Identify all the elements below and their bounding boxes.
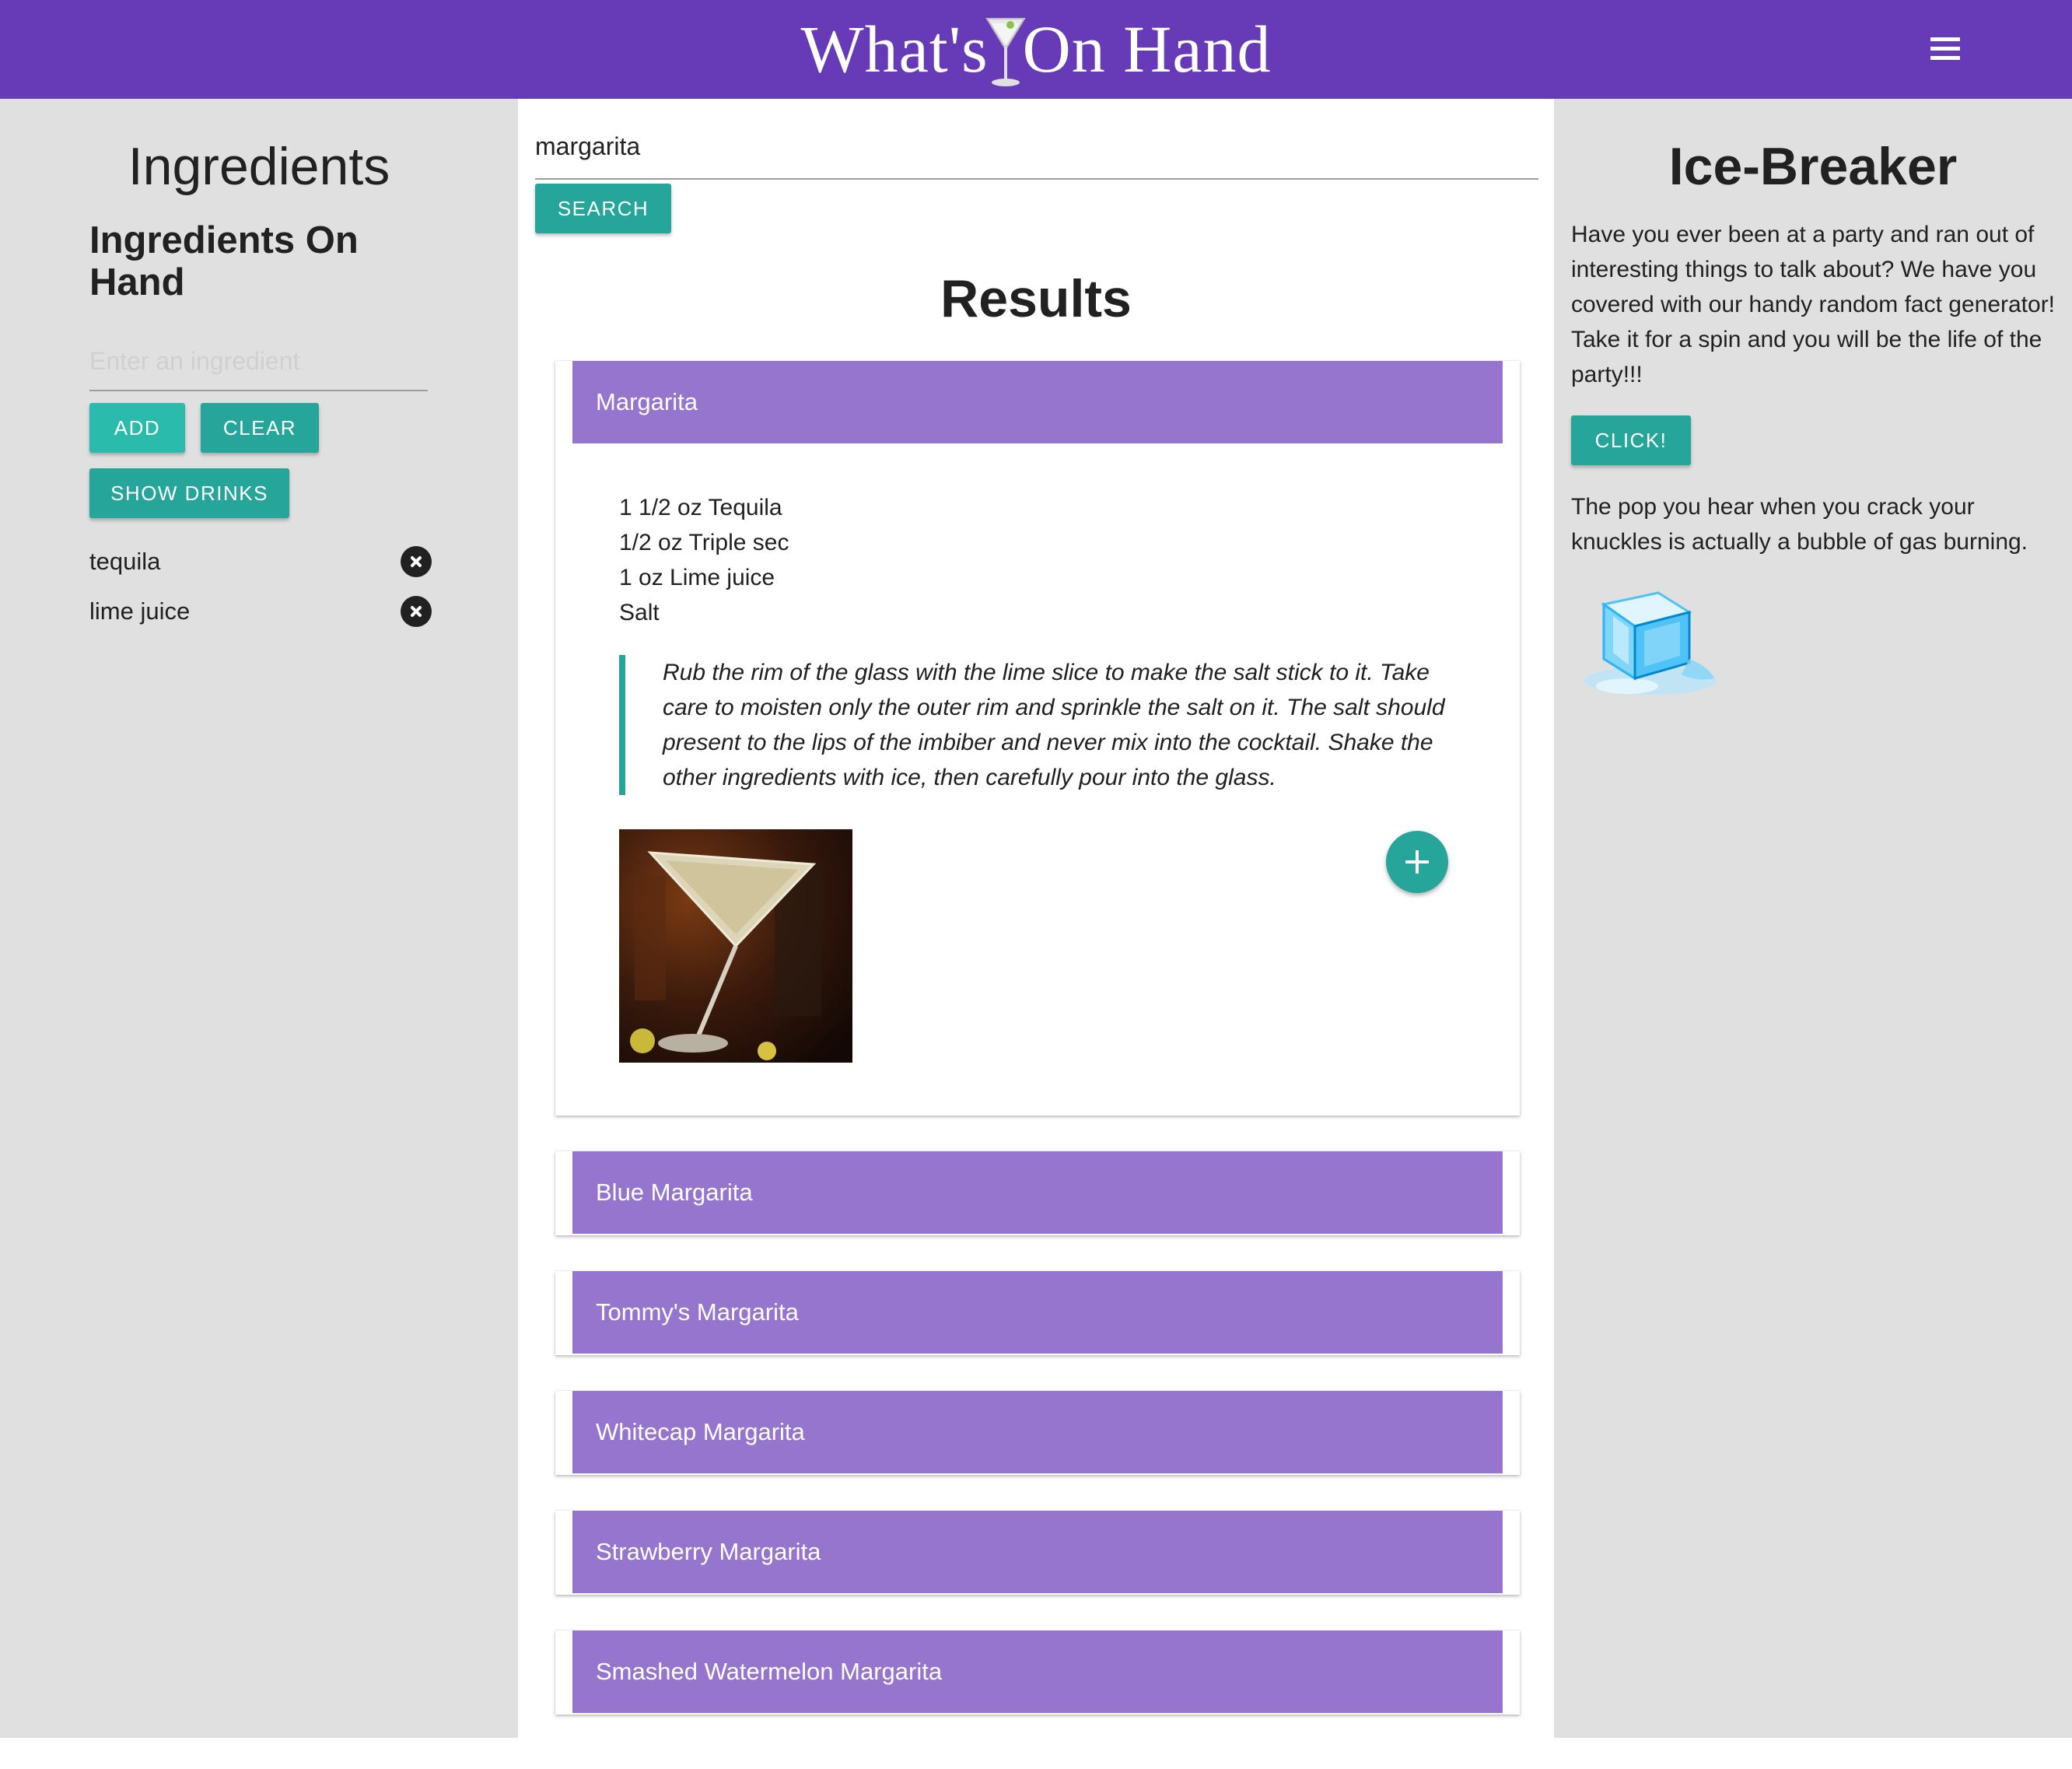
drink-ingredient: Salt (619, 600, 660, 625)
random-fact-text: The pop you hear when you crack your knu… (1571, 494, 2028, 555)
ingredient-input[interactable] (89, 332, 428, 391)
navbar: What's On Hand (0, 0, 2072, 99)
icebreaker-title: Ice-Breaker (1668, 137, 1958, 196)
drink-card[interactable]: Whitecap Margarita (555, 1391, 1520, 1475)
drink-card-header[interactable]: Smashed Watermelon Margarita (572, 1631, 1503, 1713)
martini-glass-icon (984, 12, 1027, 90)
drink-card-header[interactable]: Blue Margarita (572, 1151, 1503, 1234)
search-input[interactable] (535, 114, 1538, 180)
ingredient-item: lime juice (89, 592, 432, 631)
ice-cube-icon (1580, 581, 1720, 706)
ingredient-label: lime juice (89, 597, 191, 625)
click-button[interactable]: CLICK! (1571, 415, 1691, 465)
drink-ingredient: 1 1/2 oz Tequila (619, 495, 782, 520)
ingredients-on-hand-heading: Ingredients On Hand (89, 219, 359, 303)
clear-button[interactable]: CLEAR (201, 403, 319, 453)
drink-card[interactable]: Blue Margarita (555, 1151, 1520, 1235)
remove-icon[interactable] (401, 596, 432, 627)
drink-photo (619, 829, 852, 1063)
ingredient-label: tequila (89, 548, 161, 575)
brand-text-left: What's (800, 12, 989, 86)
drink-card[interactable]: Tommy's Margarita (555, 1271, 1520, 1355)
drink-card-header[interactable]: Margarita (572, 361, 1503, 443)
ingredients-title: Ingredients (128, 137, 390, 196)
drink-card-header[interactable]: Tommy's Margarita (572, 1271, 1503, 1354)
icebreaker-intro: Have you ever been at a party and ran ou… (1571, 222, 2056, 387)
show-drinks-button[interactable]: SHOW DRINKS (89, 468, 289, 518)
search-button[interactable]: SEARCH (535, 184, 671, 233)
ingredients-panel: Ingredients Ingredients On Hand ADD CLEA… (0, 99, 518, 1738)
brand-logo[interactable]: What's On Hand (0, 0, 2072, 99)
add-button[interactable]: ADD (89, 403, 185, 453)
results-panel: SEARCH Results Margarita 1 1/2 oz Tequil… (518, 99, 1554, 1738)
drink-card[interactable]: Strawberry Margarita (555, 1511, 1520, 1595)
remove-icon[interactable] (401, 546, 432, 577)
drink-ingredient-list: 1 1/2 oz Tequila 1/2 oz Triple sec 1 oz … (619, 490, 1086, 630)
drink-ingredient: 1/2 oz Triple sec (619, 530, 789, 555)
drink-ingredient: 1 oz Lime juice (619, 565, 775, 590)
ingredient-item: tequila (89, 542, 432, 581)
icebreaker-panel: Ice-Breaker Have you ever been at a part… (1554, 99, 2072, 1738)
add-favorite-plus-icon[interactable] (1386, 831, 1448, 893)
drink-instructions: Rub the rim of the glass with the lime s… (619, 655, 1475, 795)
drink-card-header[interactable]: Whitecap Margarita (572, 1391, 1503, 1473)
hamburger-menu-icon[interactable] (1930, 37, 1962, 61)
drink-card-header[interactable]: Strawberry Margarita (572, 1511, 1503, 1593)
results-title: Results (940, 269, 1132, 328)
drink-card-expanded: Margarita 1 1/2 oz Tequila 1/2 oz Triple… (555, 361, 1520, 1116)
brand-text-right: On Hand (1022, 12, 1272, 86)
drink-card[interactable]: Smashed Watermelon Margarita (555, 1631, 1520, 1715)
